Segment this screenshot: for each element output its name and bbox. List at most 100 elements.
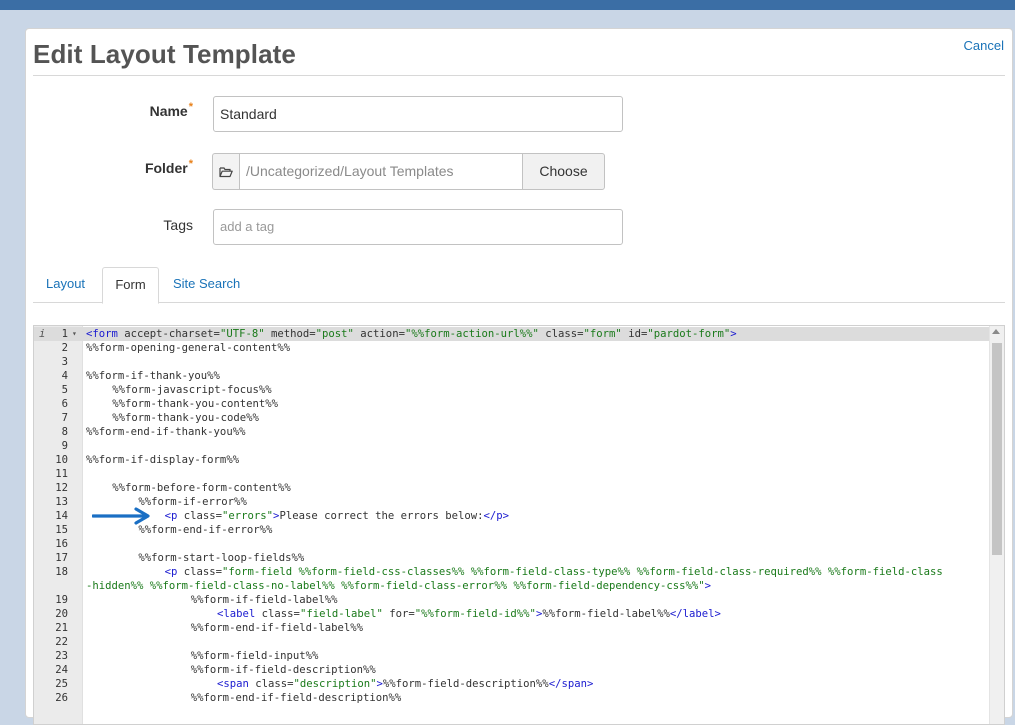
code-token: </span> — [548, 678, 594, 690]
code-line[interactable]: 20 <label class="field-label" for="%%form… — [34, 607, 992, 621]
name-label-text: Name — [149, 103, 188, 119]
code-line[interactable]: 3 — [34, 355, 992, 369]
code-token: %%form-end-if-field-label%% — [190, 622, 364, 634]
code-token: </p> — [483, 510, 510, 522]
editor-scrollbar[interactable] — [989, 326, 1004, 724]
line-number: 6 — [61, 398, 68, 410]
name-label: Name* — [53, 101, 193, 119]
tags-label: Tags — [163, 217, 193, 233]
line-number: 25 — [55, 678, 68, 690]
code-line[interactable]: 24 %%form-if-field-description%% — [34, 663, 992, 677]
line-number: 13 — [55, 496, 68, 508]
code-token: %%form-if-error%% — [138, 496, 247, 508]
code-text: %%form-if-display-form%% — [86, 453, 239, 467]
line-number: 5 — [61, 384, 68, 396]
edit-layout-template-panel: Edit Layout Template Cancel Name* Standa… — [25, 28, 1013, 725]
line-number: 2 — [61, 342, 68, 354]
code-text: -hidden%% %%form-field-class-no-label%% … — [86, 579, 711, 593]
code-text: %%form-if-error%% — [138, 495, 246, 509]
code-text: <label class="field-label" for="%%form-f… — [217, 607, 721, 621]
code-token: > — [704, 580, 712, 592]
line-number: 21 — [55, 622, 68, 634]
code-line[interactable]: 6 %%form-thank-you-content%% — [34, 397, 992, 411]
code-token: "%%form-action-url%%" — [404, 328, 539, 340]
code-line[interactable]: 13 %%form-if-error%% — [34, 495, 992, 509]
code-line[interactable]: -hidden%% %%form-field-class-no-label%% … — [34, 579, 992, 593]
tab-form[interactable]: Form — [102, 267, 159, 304]
line-number: 7 — [61, 412, 68, 424]
code-line[interactable]: 26 %%form-end-if-field-description%% — [34, 691, 992, 705]
code-line[interactable]: 23 %%form-field-input%% — [34, 649, 992, 663]
code-token: "field-label" — [299, 608, 383, 620]
line-number: 10 — [55, 454, 68, 466]
cancel-link[interactable]: Cancel — [964, 38, 1004, 53]
choose-folder-button[interactable]: Choose — [522, 153, 605, 190]
line-number: 15 — [55, 524, 68, 536]
line-number: 12 — [55, 482, 68, 494]
code-token: class= — [255, 608, 300, 620]
folder-open-icon[interactable] — [212, 153, 239, 190]
code-line[interactable]: 22 — [34, 635, 992, 649]
code-content[interactable]: i ▾ 1 <form accept-charset="UTF-8" method="… — [34, 326, 992, 705]
code-token: "%%form-field-id%%" — [414, 608, 536, 620]
code-line[interactable]: 10 %%form-if-display-form%% — [34, 453, 992, 467]
code-token: %%form-if-field-description%% — [190, 664, 376, 676]
line-number: 17 — [55, 552, 68, 564]
code-editor[interactable]: i ▾ 1 <form accept-charset="UTF-8" method="… — [33, 325, 1005, 725]
folder-path-field[interactable]: /Uncategorized/Layout Templates — [239, 153, 523, 190]
code-token: %%form-field-label%% — [542, 608, 670, 620]
code-line[interactable]: 9 — [34, 439, 992, 453]
tab-layout[interactable]: Layout — [34, 267, 97, 303]
code-line[interactable]: 2 %%form-opening-general-content%% — [34, 341, 992, 355]
right-arrow-icon — [92, 507, 150, 525]
code-line[interactable]: 19 %%form-if-field-label%% — [34, 593, 992, 607]
code-line[interactable]: 12 %%form-before-form-content%% — [34, 481, 992, 495]
code-line[interactable]: 8 %%form-end-if-thank-you%% — [34, 425, 992, 439]
code-token: action= — [353, 328, 405, 340]
code-token: %%form-opening-general-content%% — [86, 342, 291, 354]
name-input[interactable]: Standard — [213, 96, 623, 132]
code-token: "post" — [315, 328, 354, 340]
code-token: id= — [621, 328, 648, 340]
code-line[interactable]: 16 — [34, 537, 992, 551]
code-token: "UTF-8" — [219, 328, 265, 340]
code-text: %%form-if-field-description%% — [191, 663, 376, 677]
code-line[interactable]: 17 %%form-start-loop-fields%% — [34, 551, 992, 565]
fold-arrow-icon[interactable]: ▾ — [72, 327, 77, 341]
code-token: -hidden%% %%form-field-class-no-label%% … — [86, 580, 705, 592]
code-token: for= — [382, 608, 415, 620]
code-line[interactable]: i ▾ 1 <form accept-charset="UTF-8" method="… — [34, 327, 992, 341]
scroll-up-arrow-icon[interactable] — [992, 329, 1000, 334]
code-line[interactable]: 25 <span class="description">%%form-field… — [34, 677, 992, 691]
code-line[interactable]: 15 %%form-end-if-error%% — [34, 523, 992, 537]
code-text: %%form-if-field-label%% — [191, 593, 338, 607]
scroll-thumb[interactable] — [992, 343, 1002, 555]
code-token: class= — [538, 328, 584, 340]
code-text: %%form-end-if-field-label%% — [191, 621, 363, 635]
code-line[interactable]: 5 %%form-javascript-focus%% — [34, 383, 992, 397]
line-number: 19 — [55, 594, 68, 606]
code-line[interactable]: 21 %%form-end-if-field-label%% — [34, 621, 992, 635]
code-line[interactable]: 7 %%form-thank-you-code%% — [34, 411, 992, 425]
code-token: "form" — [583, 328, 622, 340]
code-line[interactable]: 4 %%form-if-thank-you%% — [34, 369, 992, 383]
code-line[interactable]: 14 <p class="errors">Please correct the e… — [34, 509, 992, 523]
code-line[interactable]: 18 <p class="form-field %%form-field-css-… — [34, 565, 992, 579]
tags-input[interactable]: add a tag — [213, 209, 623, 245]
line-number: 8 — [61, 426, 68, 438]
code-text: %%form-opening-general-content%% — [86, 341, 290, 355]
code-token: %%form-end-if-field-description%% — [190, 692, 402, 704]
line-number: 18 — [55, 566, 68, 578]
title-divider — [33, 75, 1005, 76]
code-token: %%form-before-form-content%% — [112, 482, 291, 494]
code-line[interactable]: 11 — [34, 467, 992, 481]
code-token: > — [730, 328, 737, 340]
code-token: <p — [164, 566, 178, 578]
code-text: %%form-end-if-field-description%% — [191, 691, 401, 705]
required-marker: * — [188, 158, 193, 170]
code-text: <p class="form-field %%form-field-css-cl… — [165, 565, 943, 579]
line-number: 4 — [61, 370, 68, 382]
code-token: class= — [248, 678, 294, 690]
tab-site-search[interactable]: Site Search — [161, 267, 252, 303]
line-number: 26 — [55, 692, 68, 704]
